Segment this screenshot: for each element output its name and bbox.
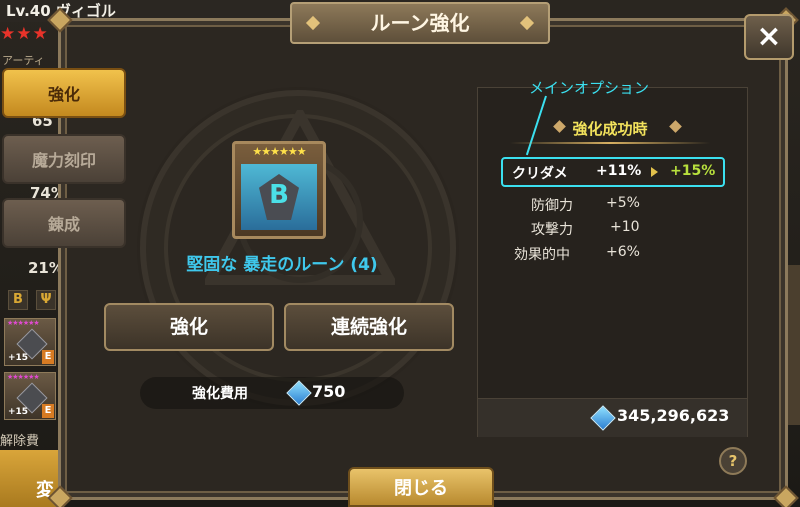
tab-refine[interactable]: 錬成 <box>2 198 126 248</box>
sub-stat-value: +6% <box>606 244 640 260</box>
close-button[interactable]: 閉じる <box>348 467 494 507</box>
monster-stars: ★★★ <box>0 24 49 44</box>
sub-stat-name: 効果的中 <box>514 247 570 263</box>
close-icon: × <box>756 19 782 54</box>
dialog-title: ルーン強化 <box>370 11 470 35</box>
gold-divider <box>510 142 710 144</box>
sub-stat-name: 防御力 <box>531 198 573 214</box>
upgrade-button[interactable]: 強化 <box>104 303 274 351</box>
dialog-title-bar: ルーン強化 <box>290 2 550 44</box>
main-stat-current: +11% <box>596 163 642 179</box>
equipped-badge: E <box>42 350 54 364</box>
main-option-callout: メインオプション <box>529 79 650 97</box>
upgrade-cost-value: 750 <box>312 382 346 401</box>
rune-slot-stars: ★★★★★★ <box>7 373 40 381</box>
rune-set-icon: B <box>8 290 28 310</box>
rune-slot-stars: ★★★★★★ <box>7 319 40 327</box>
sub-stat-value: +5% <box>606 195 640 211</box>
rune-glyph-icon: B <box>259 174 299 220</box>
rune-name: 堅固な 暴走のルーン (4) <box>186 255 378 275</box>
close-x-button[interactable]: × <box>744 14 794 60</box>
tab-upgrade[interactable]: 強化 <box>2 68 126 118</box>
rune-icon-frame: ★★★★★★ B <box>232 141 326 239</box>
rune-icon-background: B <box>241 164 317 230</box>
monster-sub-label: アーティ <box>2 54 45 67</box>
mana-crystal-icon <box>286 380 312 406</box>
rune-glyph-letter: B <box>269 180 289 210</box>
rune-set-icons: B Ψ <box>8 290 56 310</box>
rune-set-icon: Ψ <box>36 290 56 310</box>
upgrade-cost-label: 強化費用 <box>192 386 248 402</box>
rune-slot-level: +15 <box>8 353 29 363</box>
arrow-right-icon <box>651 167 658 177</box>
unlock-cost-label: 解除費 <box>0 434 40 449</box>
upgrade-cost-bar: 強化費用 750 <box>140 377 404 409</box>
rune-stars: ★★★★★★ <box>252 145 306 158</box>
sub-stat-name: 攻撃力 <box>531 222 573 238</box>
total-currency: 345,296,623 <box>617 406 730 425</box>
sub-stat-value: +10 <box>610 219 640 235</box>
title-diamond-icon <box>305 15 321 31</box>
continuous-upgrade-button[interactable]: 連続強化 <box>284 303 454 351</box>
main-stat-next: +15% <box>670 163 716 179</box>
equipped-badge: E <box>42 404 54 418</box>
tab-magic-engrave[interactable]: 魔力刻印 <box>2 134 126 184</box>
rune-slot-level: +15 <box>8 407 29 417</box>
title-diamond-icon <box>519 15 535 31</box>
help-button[interactable]: ? <box>719 447 747 475</box>
main-stat-name: クリダメ <box>512 166 568 182</box>
